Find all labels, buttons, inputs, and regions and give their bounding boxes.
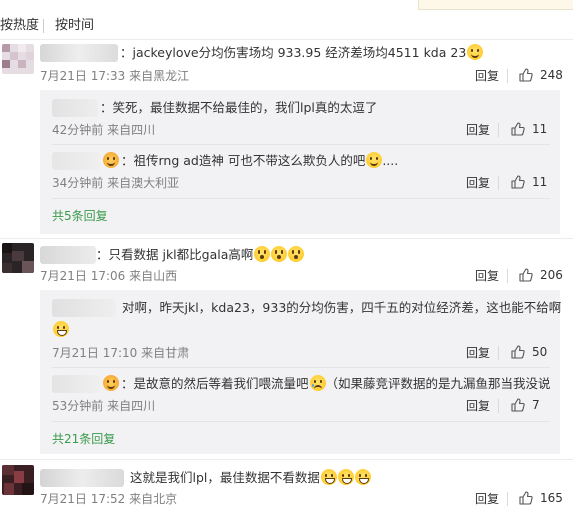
- like-button[interactable]: 11: [510, 121, 547, 137]
- username-blurred[interactable]: [40, 246, 96, 264]
- cry-emoji-icon: [309, 375, 326, 391]
- comment-meta: 7月21日 17:06 来自山西: [40, 269, 178, 283]
- like-button[interactable]: 7: [510, 397, 540, 413]
- like-button[interactable]: 50: [510, 344, 547, 360]
- like-count: 11: [532, 122, 548, 136]
- action-divider: [498, 399, 499, 413]
- reply-username-blurred[interactable]: [52, 299, 116, 317]
- shock-emoji-icon: [271, 246, 288, 262]
- comment-divider: [0, 238, 573, 239]
- laugh-emoji-icon: [337, 469, 354, 485]
- like-button[interactable]: 11: [510, 174, 547, 190]
- reply-button[interactable]: 回复: [466, 175, 490, 191]
- thumbs-up-icon: [511, 175, 525, 189]
- reply-meta: 34分钟前 来自澳大利亚: [52, 176, 180, 190]
- sweat-emoji-icon: [366, 152, 383, 168]
- like-count: 206: [540, 268, 563, 282]
- comment-text-body: ：jackeylove分均伤害场均 933.95 经济差场均4511 kda 2…: [120, 45, 467, 60]
- like-count: 165: [540, 491, 563, 505]
- action-divider: [507, 69, 508, 83]
- thumbs-up-icon: [511, 398, 525, 412]
- reply-meta: 42分钟前 来自四川: [52, 123, 156, 137]
- reply-meta: 53分钟前 来自四川: [52, 399, 156, 413]
- comment-text: ：jackeylove分均伤害场均 933.95 经济差场均4511 kda 2…: [120, 44, 484, 62]
- thumbs-up-icon: [511, 122, 525, 136]
- action-divider: [498, 123, 499, 137]
- like-count: 11: [532, 175, 548, 189]
- reply-divider: [52, 367, 550, 368]
- action-divider: [507, 269, 508, 283]
- action-divider: [498, 176, 499, 190]
- comment-meta: 7月21日 17:33 来自黑龙江: [40, 69, 190, 83]
- reply-username-blurred[interactable]: [52, 99, 98, 117]
- reply-divider: [52, 198, 550, 199]
- comment-text: 这就是我们lpl，最佳数据不看数据: [130, 469, 371, 487]
- thumbs-up-icon: [511, 345, 525, 359]
- comment-text: ：只看数据 jkl都比gala高啊: [96, 246, 305, 264]
- sort-by-hot-tab[interactable]: 按热度: [0, 17, 39, 34]
- reply-button[interactable]: 回复: [475, 68, 499, 84]
- avatar[interactable]: [2, 465, 34, 495]
- shock-emoji-icon: [288, 246, 305, 262]
- reply-username-blurred[interactable]: [52, 375, 100, 393]
- action-divider: [498, 346, 499, 360]
- sort-by-time-tab[interactable]: 按时间: [55, 17, 94, 34]
- reply-button[interactable]: 回复: [466, 122, 490, 138]
- action-divider: [507, 492, 508, 506]
- laugh-emoji-icon: [53, 321, 69, 337]
- sort-divider: [43, 19, 44, 33]
- thumbs-up-icon: [519, 491, 533, 505]
- flame-emoji-icon: [103, 152, 119, 168]
- avatar[interactable]: [2, 44, 34, 74]
- more-replies-link[interactable]: 共5条回复: [52, 208, 108, 224]
- reply-text-tail: （如果藤竞评数据的是九漏鱼那当我没说: [325, 376, 551, 391]
- reply-meta: 7月21日 17:10 来自甘肃: [52, 346, 190, 360]
- reply-text: ：祖传rng ad造神 可也不带这么欺负人的吧....: [102, 152, 398, 170]
- flame-emoji-icon: [103, 375, 119, 391]
- comment-text-body: ：只看数据 jkl都比gala高啊: [96, 247, 254, 262]
- reply-text: ：是故意的然后等着我们喂流量吧 （如果藤竞评数据的是九漏鱼那当我没说: [102, 375, 551, 393]
- reply-username-blurred[interactable]: [52, 152, 100, 170]
- reply-button[interactable]: 回复: [466, 398, 490, 414]
- laugh-emoji-icon: [320, 469, 337, 485]
- reply-text: 对啊，昨天jkl，kda23，933的分均伤害，四千五的对位经济差，这也能不给啊: [122, 300, 562, 315]
- thumbs-up-icon: [519, 268, 533, 282]
- comment-meta: 7月21日 17:52 来自北京: [40, 492, 178, 506]
- reply-divider: [52, 421, 550, 422]
- username-blurred[interactable]: [40, 469, 124, 487]
- reply-button[interactable]: 回复: [475, 491, 499, 507]
- reply-divider: [52, 144, 550, 145]
- reply-text-body: ：祖传rng ad造神 可也不带这么欺负人的吧: [121, 153, 366, 168]
- thumbs-up-icon: [519, 68, 533, 82]
- laugh-emoji-icon: [354, 469, 371, 485]
- like-button[interactable]: 206: [518, 267, 563, 283]
- reply-button[interactable]: 回复: [466, 345, 490, 361]
- like-count: 50: [532, 345, 548, 359]
- comment-divider: [0, 459, 573, 460]
- comment-text-body: 这就是我们lpl，最佳数据不看数据: [130, 470, 320, 485]
- like-button[interactable]: 165: [518, 490, 563, 506]
- reply-text-wrap: [52, 321, 69, 339]
- avatar[interactable]: [2, 243, 34, 273]
- like-button[interactable]: 248: [518, 67, 563, 83]
- shock-emoji-icon: [254, 246, 271, 262]
- username-blurred[interactable]: [40, 44, 118, 62]
- more-replies-link[interactable]: 共21条回复: [52, 431, 115, 447]
- like-count: 248: [540, 68, 563, 82]
- reply-text-body: ：是故意的然后等着我们喂流量吧: [121, 376, 309, 391]
- top-right-panel-edge: [418, 0, 573, 10]
- like-count: 7: [532, 398, 540, 412]
- reply-text: ：笑死，最佳数据不给最佳的，我们lpl真的太逗了: [100, 100, 378, 115]
- reply-text-tail: ....: [382, 153, 399, 168]
- reply-button[interactable]: 回复: [475, 268, 499, 284]
- grin-emoji-icon: [467, 44, 484, 60]
